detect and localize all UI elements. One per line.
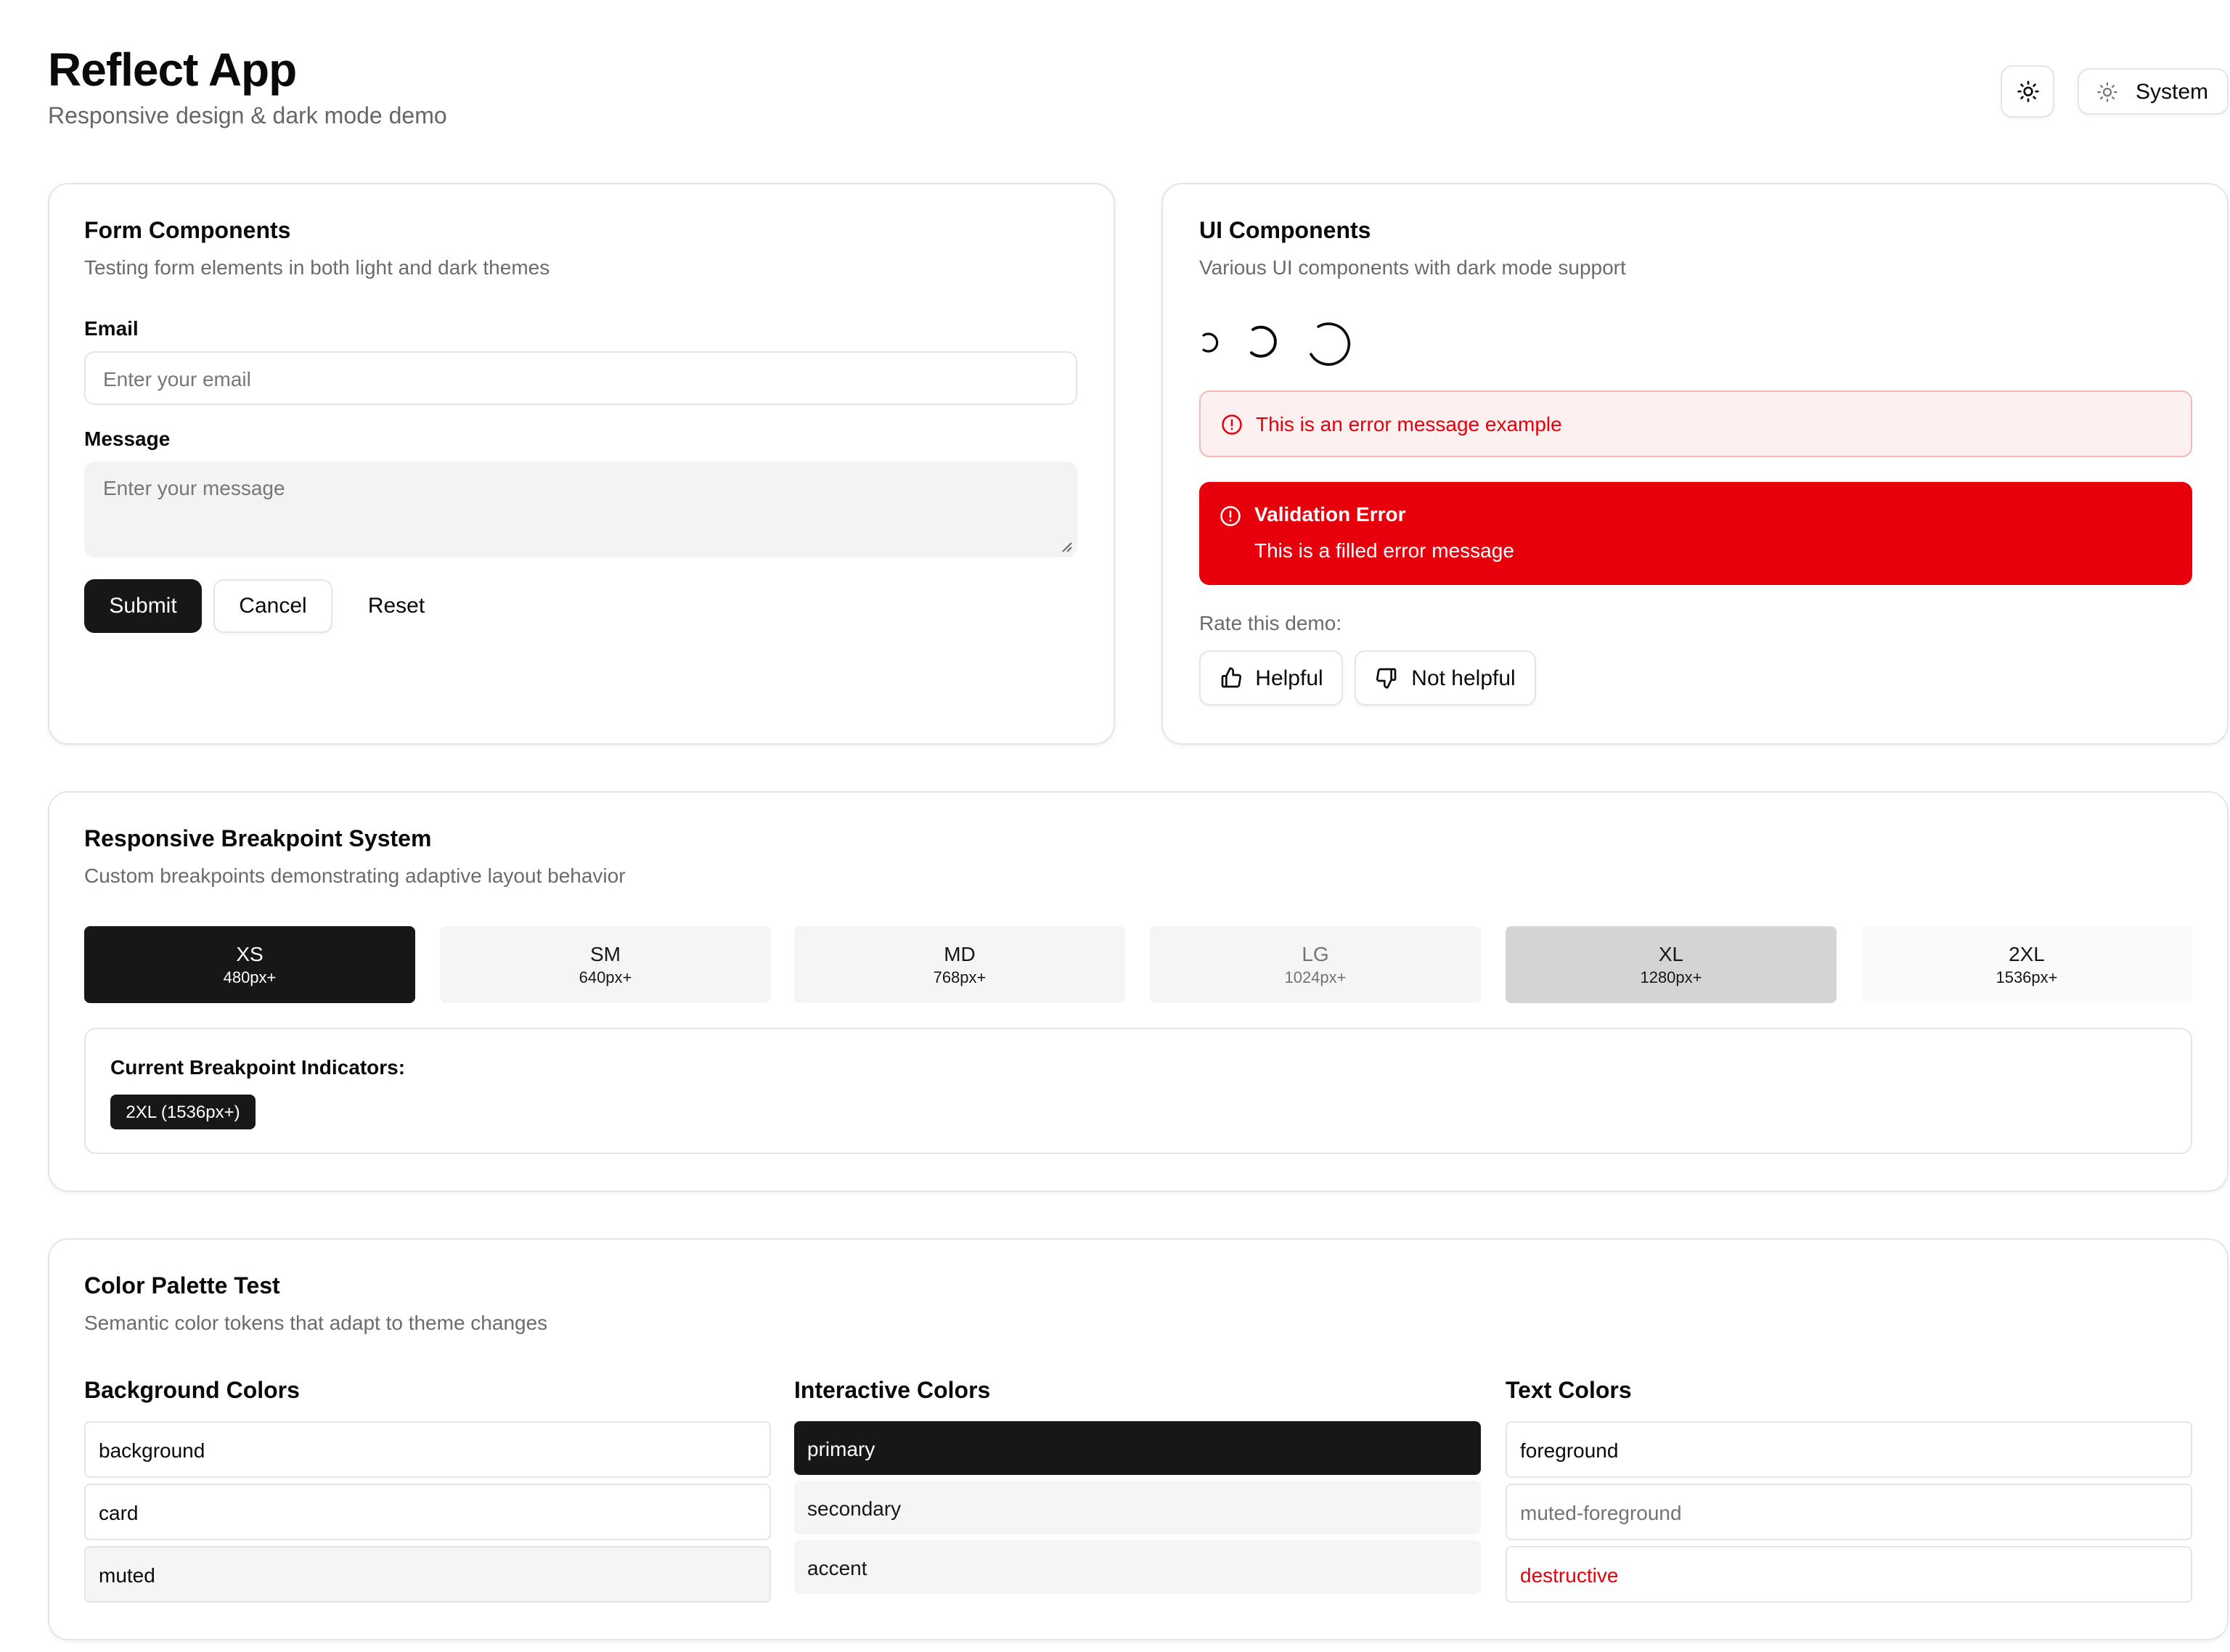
breakpoint-value: 480px+: [223, 970, 277, 987]
swatch-background: background: [84, 1421, 771, 1478]
breakpoint-value: 1536px+: [1996, 970, 2058, 987]
helpful-button[interactable]: Helpful: [1199, 650, 1343, 706]
filled-error-alert: Validation Error This is a filled error …: [1199, 482, 2192, 585]
breakpoint-name: MD: [944, 942, 976, 965]
background-colors-heading: Background Colors: [84, 1379, 300, 1404]
swatch-primary: primary: [794, 1421, 1481, 1475]
spinner-large-icon: [1310, 322, 1351, 366]
breakpoint-xl: XL 1280px+: [1506, 926, 1837, 1003]
swatch-secondary: secondary: [794, 1481, 1481, 1534]
message-label: Message: [84, 427, 171, 450]
breakpoint-value: 1280px+: [1640, 970, 1702, 987]
email-field[interactable]: Enter your email: [84, 351, 1077, 405]
swatch-muted: muted: [84, 1546, 771, 1603]
swatch-destructive: destructive: [1506, 1546, 2192, 1603]
card-title: Form Components: [84, 219, 291, 244]
breakpoint-lg: LG 1024px+: [1150, 926, 1481, 1003]
helpful-label: Helpful: [1255, 666, 1323, 690]
sun-icon: [2017, 81, 2038, 102]
card-description: Various UI components with dark mode sup…: [1199, 255, 1626, 279]
error-alert-text: This is an error message example: [1256, 412, 1562, 436]
swatch-muted-foreground: muted-foreground: [1506, 1484, 2192, 1540]
filled-error-title: Validation Error: [1254, 502, 1406, 526]
card-title: Color Palette Test: [84, 1275, 280, 1299]
card-description: Testing form elements in both light and …: [84, 255, 550, 279]
card-description: Custom breakpoints demonstrating adaptiv…: [84, 864, 626, 887]
error-alert: This is an error message example: [1199, 390, 2192, 457]
spinner-small-icon: [1202, 332, 1219, 353]
submit-button[interactable]: Submit: [84, 579, 202, 633]
message-field[interactable]: Enter your message: [84, 462, 1077, 557]
text-colors-heading: Text Colors: [1506, 1379, 1632, 1404]
breakpoint-md: MD 768px+: [794, 926, 1125, 1003]
breakpoint-sm: SM 640px+: [440, 926, 771, 1003]
breakpoint-name: XS: [236, 942, 264, 965]
not-helpful-button[interactable]: Not helpful: [1355, 650, 1536, 706]
alert-circle-icon: [1220, 506, 1241, 526]
sun-icon: [2097, 81, 2117, 102]
breakpoint-xs: XS 480px+: [84, 926, 415, 1003]
breakpoint-indicator-panel: [84, 1028, 2192, 1154]
swatch-accent: accent: [794, 1540, 1481, 1594]
spinner-medium-icon: [1250, 325, 1277, 358]
resize-handle-icon[interactable]: [1061, 541, 1073, 553]
breakpoint-value: 640px+: [579, 970, 632, 987]
theme-select[interactable]: System: [2078, 68, 2229, 115]
filled-error-text: This is a filled error message: [1254, 539, 1514, 562]
thumbs-up-icon: [1220, 667, 1241, 688]
rate-label: Rate this demo:: [1199, 611, 1342, 634]
breakpoint-name: 2XL: [2009, 942, 2045, 965]
breakpoint-2xl: 2XL 1536px+: [1861, 926, 2192, 1003]
breakpoint-name: LG: [1302, 942, 1329, 965]
swatch-foreground: foreground: [1506, 1421, 2192, 1478]
cancel-button[interactable]: Cancel: [213, 579, 332, 633]
breakpoint-name: XL: [1658, 942, 1684, 965]
not-helpful-label: Not helpful: [1411, 666, 1516, 690]
reset-button[interactable]: Reset: [348, 579, 444, 633]
card-title: UI Components: [1199, 219, 1371, 244]
current-breakpoint-badge: 2XL (1536px+): [110, 1095, 256, 1129]
indicator-title: Current Breakpoint Indicators:: [110, 1055, 406, 1079]
page-subtitle: Responsive design & dark mode demo: [48, 105, 447, 129]
interactive-colors-heading: Interactive Colors: [794, 1379, 991, 1404]
theme-select-label: System: [2136, 79, 2209, 104]
alert-circle-icon: [1222, 414, 1242, 434]
card-title: Responsive Breakpoint System: [84, 827, 432, 852]
message-placeholder: Enter your message: [103, 476, 285, 499]
theme-toggle-button[interactable]: [2001, 65, 2054, 118]
page-title: Reflect App: [48, 44, 297, 96]
breakpoint-value: 768px+: [933, 970, 987, 987]
swatch-card: card: [84, 1484, 771, 1540]
thumbs-down-icon: [1376, 668, 1397, 689]
card-description: Semantic color tokens that adapt to them…: [84, 1311, 548, 1334]
email-label: Email: [84, 316, 139, 340]
breakpoint-value: 1024px+: [1284, 970, 1347, 987]
breakpoint-name: SM: [590, 942, 621, 965]
